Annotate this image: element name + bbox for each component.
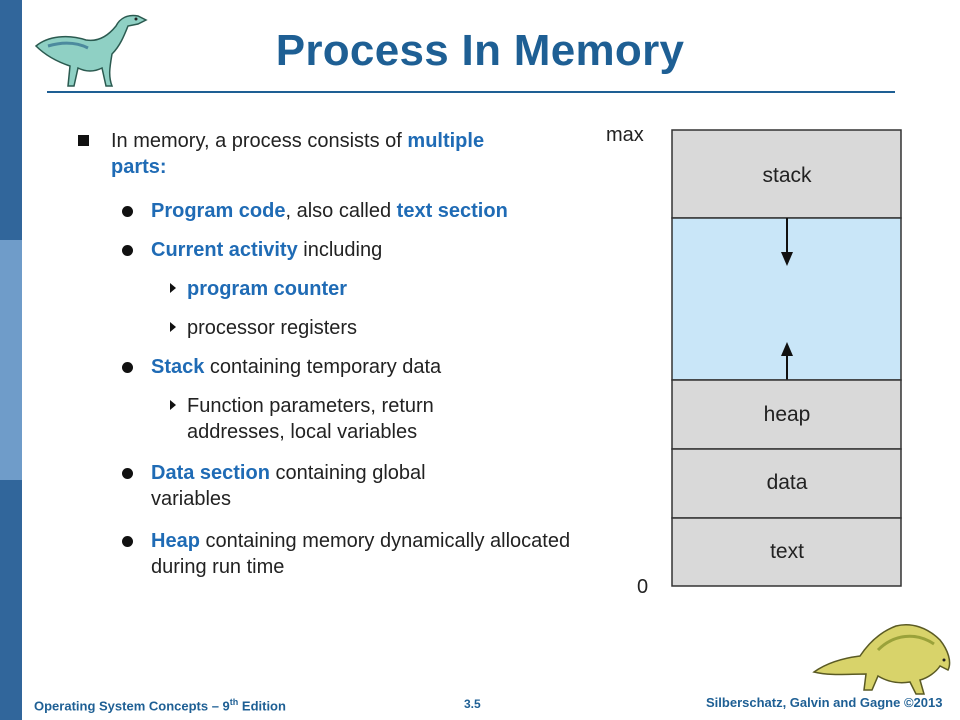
item-highlight: Program code: [151, 200, 286, 222]
dinosaur-logo-icon: [34, 14, 148, 87]
text-label: text: [770, 540, 804, 563]
left-sidebar-bar: [0, 0, 22, 720]
list-item: Stack containing temporary data: [122, 354, 591, 380]
item-text: In memory, a process consists of: [111, 130, 408, 152]
list-item: Current activity including: [122, 237, 591, 263]
item-highlight: Current activity: [151, 239, 298, 261]
heap-label: heap: [764, 403, 811, 426]
round-bullet-icon: [122, 536, 133, 547]
round-bullet-icon: [122, 362, 133, 373]
square-bullet-icon: [78, 135, 89, 146]
list-item: processor registers: [170, 315, 507, 341]
triangle-bullet-icon: [170, 400, 176, 410]
zero-label: 0: [637, 576, 649, 598]
list-item: Function parameters, return addresses, l…: [170, 393, 507, 445]
list-item: program counter: [170, 276, 507, 302]
data-label: data: [767, 471, 808, 494]
title-divider: [47, 91, 895, 93]
item-highlight: multiple: [407, 130, 485, 152]
list-item: In memory, a process consists of multipl…: [78, 128, 591, 180]
item-text: including: [297, 239, 383, 261]
item-highlight: program counter: [187, 278, 348, 300]
list-item: Data section containing global variables: [122, 460, 501, 512]
item-highlight: text section: [396, 200, 508, 222]
sidebar-accent: [0, 240, 22, 480]
item-highlight: Data section: [151, 462, 270, 484]
item-highlight: Stack: [151, 356, 205, 378]
triangle-bullet-icon: [170, 283, 176, 293]
page-number: 3.5: [464, 697, 481, 711]
round-bullet-icon: [122, 468, 133, 479]
round-bullet-icon: [122, 245, 133, 256]
page-title: Process In Memory: [275, 26, 685, 75]
item-text: containing temporary data: [204, 356, 442, 378]
item-highlight: Heap: [151, 530, 200, 552]
footer-copyright: Silberschatz, Galvin and Gagne ©2013: [706, 695, 943, 710]
item-text: containing memory dynamically allocated …: [151, 530, 571, 578]
item-highlight: parts:: [111, 156, 167, 178]
triangle-bullet-icon: [170, 322, 176, 332]
max-label: max: [606, 124, 644, 146]
item-text: processor registers: [187, 317, 358, 339]
list-item: Heap containing memory dynamically alloc…: [122, 528, 571, 580]
footer-book-title: Operating System Concepts – 9th Edition: [34, 697, 286, 714]
stack-label: stack: [762, 164, 812, 187]
item-text: , also called: [285, 200, 397, 222]
dinosaur-logo-icon: [812, 624, 951, 695]
item-text: Function parameters, return addresses, l…: [187, 395, 434, 443]
list-item: Program code, also called text section: [122, 198, 591, 224]
round-bullet-icon: [122, 206, 133, 217]
memory-layout-diagram: stack heap data text: [671, 129, 902, 587]
